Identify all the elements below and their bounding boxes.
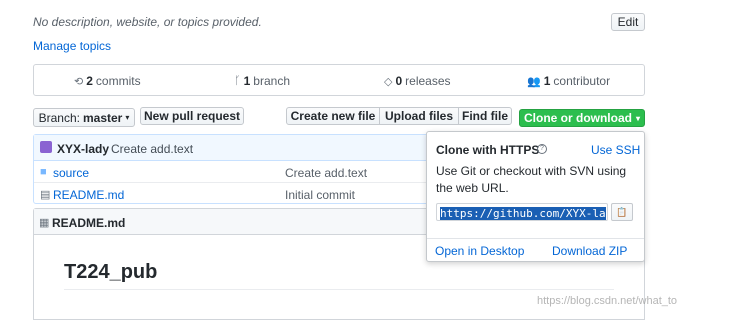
readme-heading: T224_pub	[64, 261, 158, 283]
commits-label: commits	[95, 74, 141, 88]
contributors-summary[interactable]: 👥 1 contributor	[527, 74, 610, 88]
branch-name: master	[82, 110, 123, 125]
commit-message[interactable]: Create add.text	[111, 142, 193, 156]
download-zip-link[interactable]: Download ZIP	[552, 244, 627, 258]
file-commit-message[interactable]: Initial commit	[285, 188, 355, 202]
file-name[interactable]: source	[53, 166, 89, 180]
heading-divider	[64, 289, 614, 290]
create-new-file-button[interactable]: Create new file	[286, 107, 380, 125]
find-file-button[interactable]: Find file	[458, 107, 512, 125]
readme-filename[interactable]: README.md	[52, 216, 125, 230]
folder-icon: ■	[40, 166, 47, 178]
caret-down-icon: ▾	[635, 113, 640, 123]
people-icon: 👥	[527, 75, 541, 88]
contributors-count: 1	[543, 74, 551, 88]
clone-or-download-label: Clone or download	[523, 111, 632, 125]
repo-summary: ⟲ 2 commits ᚴ 1 branch ◇ 0 releases 👥 1 …	[33, 64, 645, 96]
book-icon: ▦	[39, 217, 50, 229]
branch-icon: ᚴ	[234, 75, 241, 87]
file-icon: ▤	[40, 189, 51, 201]
clone-url-text: https://github.com/XYX-la	[440, 207, 606, 220]
manage-topics-link[interactable]: Manage topics	[33, 39, 111, 53]
file-name[interactable]: README.md	[53, 188, 124, 202]
question-icon[interactable]: ?	[537, 144, 547, 154]
watermark: https://blog.csdn.net/what_to	[537, 295, 678, 307]
clone-or-download-button[interactable]: Clone or download ▾	[519, 109, 645, 127]
branch-count: 1	[243, 74, 251, 88]
history-icon: ⟲	[74, 75, 84, 88]
releases-count: 0	[395, 74, 403, 88]
commits-summary[interactable]: ⟲ 2 commits	[74, 74, 141, 88]
contributors-label: contributor	[553, 74, 611, 88]
commits-count: 2	[86, 74, 93, 88]
popover-divider	[427, 238, 644, 239]
tag-icon: ◇	[384, 75, 393, 88]
clone-description: Use Git or checkout with SVN using the w…	[436, 164, 627, 195]
branch-label: branch	[253, 74, 290, 88]
releases-label: releases	[405, 74, 451, 88]
branch-select[interactable]: Branch: master ▾	[33, 108, 135, 127]
avatar[interactable]	[40, 141, 52, 153]
repo-description: No description, website, or topics provi…	[33, 15, 262, 29]
branch-summary[interactable]: ᚴ 1 branch	[234, 74, 290, 88]
clone-popover: Clone with HTTPS ? Use SSH Use Git or ch…	[426, 131, 645, 262]
releases-summary[interactable]: ◇ 0 releases	[384, 74, 451, 88]
use-ssh-link[interactable]: Use SSH	[591, 143, 640, 157]
new-pull-request-button[interactable]: New pull request	[140, 107, 244, 125]
open-in-desktop-link[interactable]: Open in Desktop	[435, 244, 524, 258]
commit-author[interactable]: XYX-lady	[57, 142, 109, 156]
file-commit-message[interactable]: Create add.text	[285, 166, 367, 180]
edit-button[interactable]: Edit	[611, 13, 645, 31]
clone-url-input[interactable]: https://github.com/XYX-la	[436, 203, 608, 221]
upload-files-button[interactable]: Upload files	[379, 107, 459, 125]
clipboard-icon[interactable]: 📋	[611, 203, 633, 221]
branch-prefix: Branch:	[38, 110, 80, 125]
clone-title: Clone with HTTPS	[436, 143, 540, 157]
caret-down-icon: ▾	[125, 113, 130, 122]
